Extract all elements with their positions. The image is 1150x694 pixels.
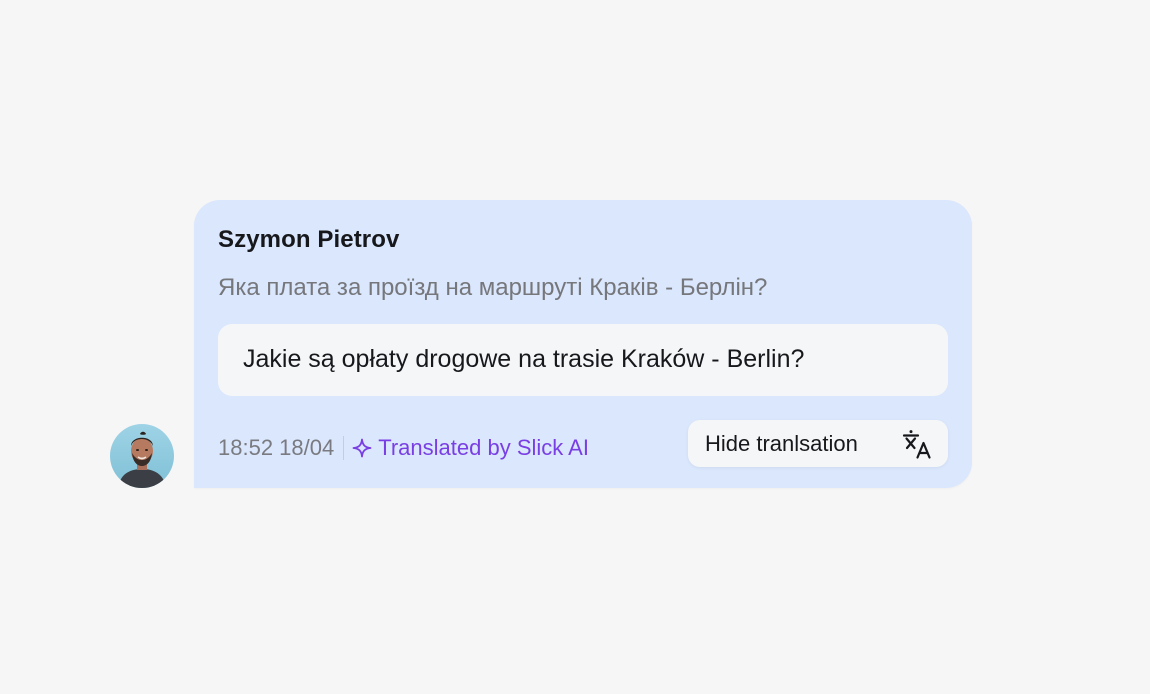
translated-by-label: Translated by Slick AI: [378, 435, 589, 460]
hide-translation-label: Hide tranlsation: [705, 430, 858, 456]
sparkle-icon: [352, 438, 372, 458]
meta-divider: [343, 436, 345, 460]
original-message-text: Яка плата за проїзд на маршруті Краків -…: [218, 274, 768, 301]
timestamp: 18:52 18/04: [218, 435, 335, 460]
chat-canvas: Szymon Pietrov Яка плата за проїзд на ма…: [0, 0, 1150, 694]
message-bubble: Szymon Pietrov Яка плата за проїзд на ма…: [194, 200, 972, 488]
hide-translation-button[interactable]: Hide tranlsation: [688, 420, 948, 467]
message-meta: 18:52 18/04 Translated by Slick AI: [218, 434, 589, 462]
translate-icon: [902, 429, 932, 459]
sender-name: Szymon Pietrov: [218, 226, 400, 253]
translation-box: Jakie są opłaty drogowe na trasie Kraków…: [218, 324, 948, 396]
avatar[interactable]: [110, 424, 174, 488]
translated-message-text: Jakie są opłaty drogowe na trasie Kraków…: [243, 345, 805, 373]
avatar-photo: [110, 424, 174, 488]
